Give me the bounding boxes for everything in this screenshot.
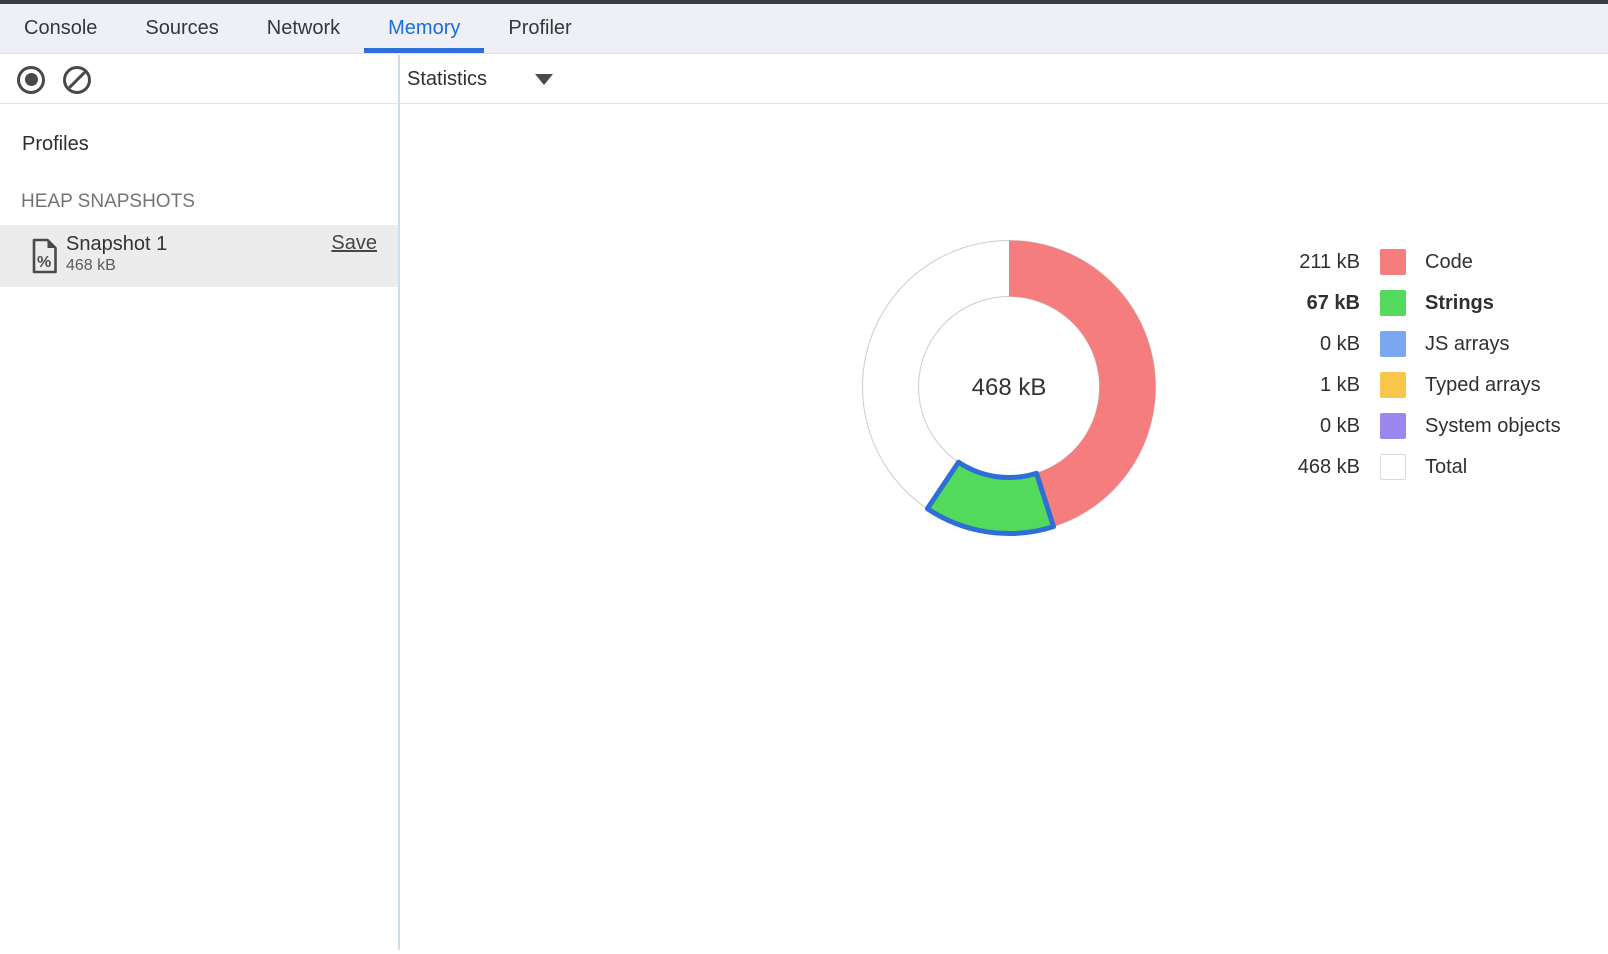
legend-row-js-arrays[interactable]: 0 kB JS arrays	[1261, 324, 1561, 365]
legend-label: Code	[1425, 251, 1473, 274]
legend-label: Strings	[1425, 292, 1494, 315]
donut-center-label: 468 kB	[972, 374, 1047, 401]
devtools-tab-bar: Console Sources Network Memory Profiler	[0, 4, 1608, 54]
legend-row-typed-arrays[interactable]: 1 kB Typed arrays	[1261, 365, 1561, 406]
legend-row-strings[interactable]: 67 kB Strings	[1261, 283, 1561, 324]
heap-snapshot-document-icon: %	[30, 238, 60, 274]
legend-label: System objects	[1425, 415, 1561, 438]
chevron-down-icon	[535, 74, 553, 85]
legend-value: 67 kB	[1261, 292, 1360, 315]
legend-value: 468 kB	[1261, 456, 1360, 479]
legend-row-total[interactable]: 468 kB Total	[1261, 447, 1561, 488]
tab-network[interactable]: Network	[243, 4, 364, 53]
heap-snapshots-section-heading: HEAP SNAPSHOTS	[21, 191, 195, 213]
snapshot-list-item[interactable]: % Snapshot 1 468 kB Save	[0, 225, 398, 287]
legend-row-system-objects[interactable]: 0 kB System objects	[1261, 406, 1561, 447]
clear-icon[interactable]	[63, 66, 91, 94]
statistics-label: Statistics	[407, 68, 487, 91]
legend-swatch	[1380, 290, 1406, 316]
legend-swatch	[1380, 454, 1406, 480]
profiles-sidebar: Profiles HEAP SNAPSHOTS % Snapshot 1 468…	[0, 105, 398, 954]
clear-slash	[67, 69, 88, 90]
legend-label: JS arrays	[1425, 333, 1509, 356]
legend-swatch	[1380, 372, 1406, 398]
snapshot-title: Snapshot 1	[66, 231, 167, 257]
tab-profiler[interactable]: Profiler	[484, 4, 595, 53]
legend-label: Typed arrays	[1425, 374, 1541, 397]
legend-value: 1 kB	[1261, 374, 1360, 397]
legend-value: 0 kB	[1261, 333, 1360, 356]
profiles-heading: Profiles	[22, 133, 89, 156]
save-snapshot-link[interactable]: Save	[331, 232, 377, 255]
svg-text:%: %	[37, 254, 51, 271]
statistics-dropdown[interactable]: Statistics	[407, 56, 553, 104]
legend-label: Total	[1425, 456, 1467, 479]
snapshot-texts: Snapshot 1 468 kB	[66, 231, 167, 275]
snapshot-size: 468 kB	[66, 257, 167, 275]
statistics-view: 468 kB 211 kB Code 67 kB Strings 0 kB JS…	[401, 106, 1608, 954]
tab-sources[interactable]: Sources	[121, 4, 242, 53]
legend-value: 211 kB	[1261, 251, 1360, 274]
legend-swatch	[1380, 331, 1406, 357]
legend-value: 0 kB	[1261, 415, 1360, 438]
legend-row-code[interactable]: 211 kB Code	[1261, 242, 1561, 283]
chart-legend: 211 kB Code 67 kB Strings 0 kB JS arrays…	[1261, 242, 1561, 488]
tab-console[interactable]: Console	[0, 4, 121, 53]
legend-swatch	[1380, 249, 1406, 275]
donut-slice-strings[interactable]	[927, 462, 1053, 533]
tab-memory[interactable]: Memory	[364, 4, 484, 53]
pane-divider[interactable]	[398, 55, 400, 950]
memory-toolbar: Statistics	[0, 56, 1608, 105]
record-icon[interactable]	[17, 66, 45, 94]
legend-swatch	[1380, 413, 1406, 439]
record-dot	[25, 73, 38, 86]
memory-donut-chart[interactable]: 468 kB	[809, 207, 1209, 567]
